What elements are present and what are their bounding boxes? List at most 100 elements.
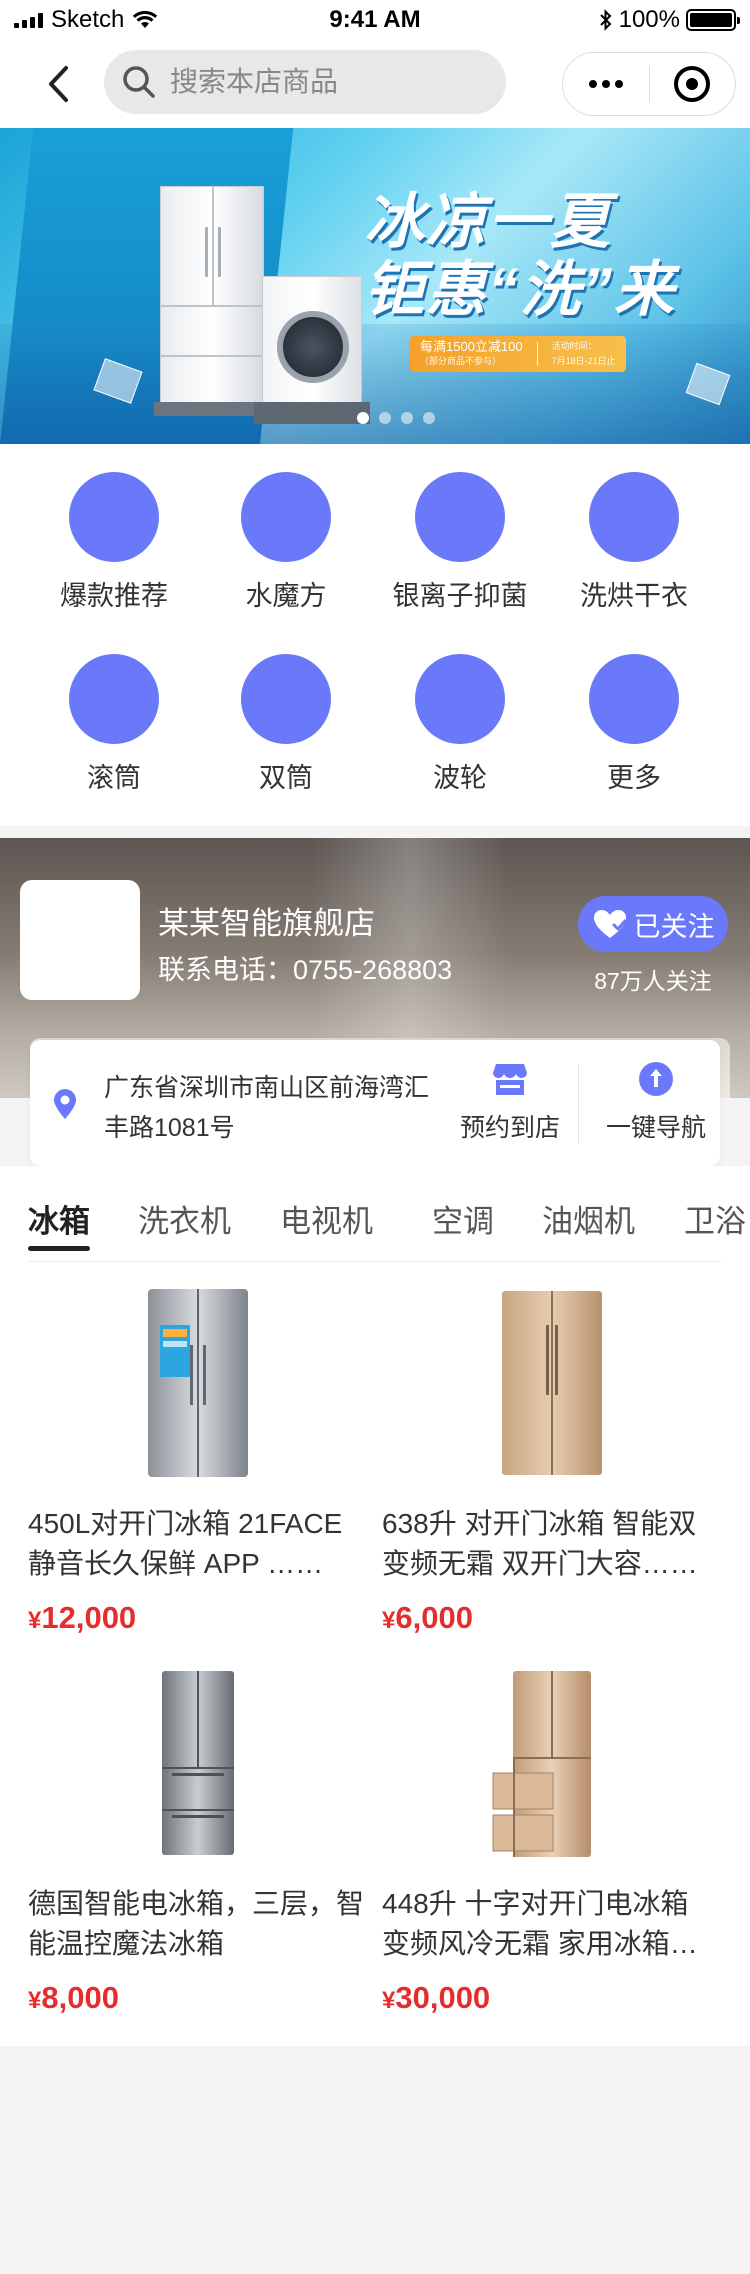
product-price: ¥8,000	[28, 1980, 368, 2016]
battery-percent: 100%	[618, 6, 680, 33]
category-icon	[69, 472, 159, 562]
navigate-label: 一键导航	[605, 1114, 706, 1142]
banner-dot[interactable]	[357, 412, 369, 424]
promo-time-label: 活动时间：	[551, 341, 597, 351]
banner-washer-image	[262, 276, 362, 404]
product-card[interactable]: 德国智能电冰箱，三层，智能温控魔法冰箱 ¥8,000	[28, 1658, 368, 2016]
navigate-button[interactable]: 一键导航	[586, 1060, 726, 1144]
promo-banner[interactable]: 冰凉一夏 钜惠“洗”来 每满1500立减100 （部分商品不参与） 活动时间： …	[0, 128, 750, 444]
category-item[interactable]: 银离子抑菌	[380, 472, 540, 613]
tab-air-conditioner[interactable]: 空调	[432, 1196, 494, 1241]
category-item[interactable]: 双筒	[206, 654, 366, 795]
banner-pagination	[42, 412, 750, 424]
product-card[interactable]: 638升 对开门冰箱 智能双变频无霜 双开门大容…… ¥6,000	[382, 1278, 722, 1636]
category-label: 更多	[607, 763, 661, 793]
price-value: 6,000	[395, 1600, 473, 1635]
more-button[interactable]	[563, 53, 649, 115]
product-title: 德国智能电冰箱，三层，智能温控魔法冰箱	[28, 1888, 365, 1959]
product-title: 638升 对开门冰箱 智能双变频无霜 双开门大容……	[382, 1508, 698, 1579]
category-item[interactable]: 更多	[554, 654, 714, 795]
shop-address: 广东省深圳市南山区前海湾汇丰路1081号	[104, 1074, 430, 1142]
shop-phone[interactable]: 联系电话：0755-268803	[158, 948, 452, 987]
follow-button[interactable]: 已关注	[578, 896, 728, 952]
banner-dot[interactable]	[379, 412, 391, 424]
product-price: ¥30,000	[382, 1980, 722, 2016]
banner-promo-strip: 每满1500立减100 （部分商品不参与） 活动时间： 7月18日-21日止	[410, 336, 626, 372]
search-bar[interactable]	[104, 50, 506, 114]
category-label: 爆款推荐	[60, 581, 168, 611]
category-label: 银离子抑菌	[392, 581, 528, 611]
currency-symbol: ¥	[28, 1987, 42, 2014]
shop-name: 某某智能旗舰店	[158, 906, 375, 941]
book-visit-button[interactable]: 预约到店	[440, 1060, 580, 1144]
banner-title-line2: 钜惠“洗”来	[364, 256, 676, 323]
fridge-screen-image	[28, 1278, 368, 1488]
battery-icon	[686, 9, 740, 31]
location-pin-icon	[52, 1088, 78, 1125]
product-price: ¥12,000	[28, 1600, 368, 1636]
category-grid: 爆款推荐 水魔方 银离子抑菌 洗烘干衣 滚筒 双筒 波轮 更多	[0, 444, 750, 826]
book-visit-label: 预约到店	[459, 1114, 560, 1142]
category-item[interactable]: 爆款推荐	[34, 472, 194, 613]
search-input[interactable]	[170, 66, 470, 98]
close-program-button[interactable]	[650, 53, 736, 115]
tab-tv[interactable]: 电视机	[280, 1196, 373, 1241]
category-item[interactable]: 波轮	[380, 654, 540, 795]
category-icon	[589, 654, 679, 744]
price-value: 30,000	[395, 1980, 491, 2015]
category-item[interactable]: 洗烘干衣	[554, 472, 714, 613]
product-card[interactable]: 450L对开门冰箱 21FACE 静音长久保鲜 APP …… ¥12,000	[28, 1278, 368, 1636]
category-tabs: 冰箱 洗衣机 电视机 空调 油烟机 卫浴	[0, 1166, 750, 1262]
target-icon	[674, 66, 711, 102]
currency-symbol: ¥	[382, 1987, 396, 2014]
promo-sub-text: （部分商品不参与）	[420, 356, 502, 366]
search-icon	[123, 66, 155, 98]
fridge-champagne-image	[382, 1278, 722, 1488]
shop-logo[interactable]	[20, 880, 140, 1000]
follow-count: 87万人关注	[594, 968, 712, 994]
battery-fill	[690, 13, 732, 27]
currency-symbol: ¥	[382, 1607, 396, 1634]
product-grid: 450L对开门冰箱 21FACE 静音长久保鲜 APP …… ¥12,000 6…	[0, 1262, 750, 2046]
category-label: 波轮	[433, 763, 487, 793]
banner-dot[interactable]	[423, 412, 435, 424]
fridge-steel-image	[28, 1658, 368, 1868]
tab-washer[interactable]: 洗衣机	[138, 1196, 231, 1241]
product-card[interactable]: 448升 十字对开门电冰箱 变频风冷无霜 家用冰箱… ¥30,000	[382, 1658, 722, 2016]
signal-icon	[14, 12, 43, 28]
address-card: 广东省深圳市南山区前海湾汇丰路1081号 预约到店 一键导航	[30, 1040, 720, 1166]
category-label: 洗烘干衣	[580, 581, 688, 611]
category-label: 滚筒	[87, 763, 141, 793]
banner-fridge-image	[160, 186, 264, 404]
store-icon	[491, 1060, 529, 1098]
product-title: 450L对开门冰箱 21FACE 静音长久保鲜 APP ……	[28, 1508, 343, 1579]
heart-check-icon	[593, 910, 626, 938]
back-arrow-icon	[49, 66, 68, 102]
product-price: ¥6,000	[382, 1600, 722, 1636]
carrier-label: Sketch	[51, 6, 125, 33]
fridge-drawers-image	[382, 1658, 722, 1868]
category-item[interactable]: 滚筒	[34, 654, 194, 795]
category-icon	[241, 472, 331, 562]
wifi-icon	[133, 10, 158, 28]
promo-main-text: 每满1500立减100	[420, 339, 523, 354]
currency-symbol: ¥	[28, 1607, 42, 1634]
navigation-icon	[637, 1060, 675, 1098]
banner-title-line1: 冰凉一夏	[364, 188, 612, 255]
tab-bathroom[interactable]: 卫浴	[684, 1196, 746, 1241]
status-bar: Sketch 9:41 AM 100%	[0, 0, 750, 40]
active-tab-indicator	[28, 1246, 90, 1251]
tab-range-hood[interactable]: 油烟机	[542, 1196, 635, 1241]
address-divider	[578, 1064, 579, 1144]
promo-time: 7月18日-21日止	[551, 356, 616, 366]
mini-program-capsule	[562, 52, 736, 116]
banner-dot[interactable]	[401, 412, 413, 424]
follow-label: 已关注	[633, 911, 715, 942]
tab-fridge[interactable]: 冰箱	[28, 1196, 90, 1241]
category-icon	[415, 472, 505, 562]
category-icon	[589, 472, 679, 562]
more-icon	[588, 80, 623, 88]
category-icon	[241, 654, 331, 744]
back-button[interactable]	[38, 62, 78, 106]
category-item[interactable]: 水魔方	[206, 472, 366, 613]
